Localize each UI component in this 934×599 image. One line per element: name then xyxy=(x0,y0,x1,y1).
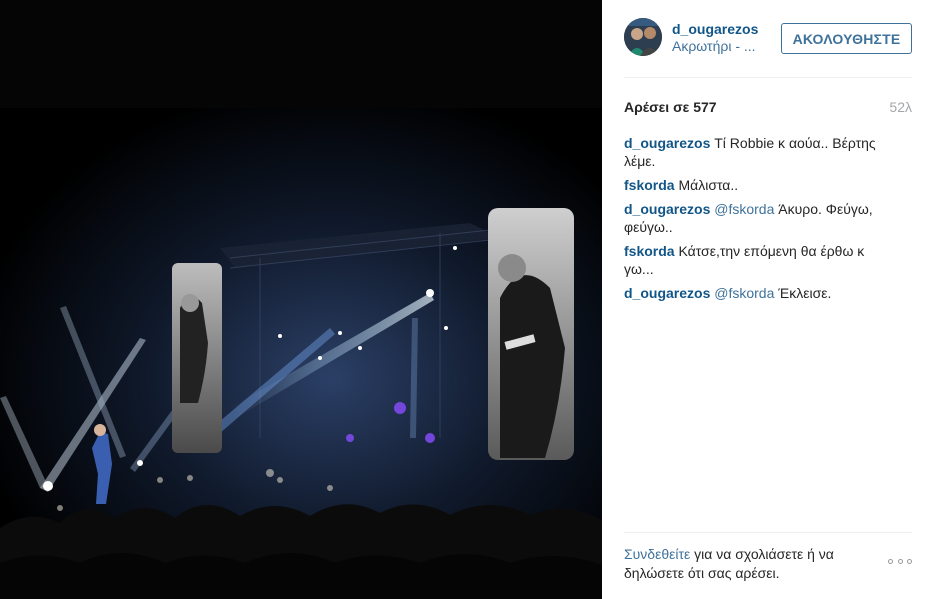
comment-item: d_ougarezos @fskorda Έκλεισε. xyxy=(624,284,896,302)
post-header: d_ougarezos Ακρωτήρι - ... ΑΚΟΛΟΥΘΗΣΤΕ xyxy=(602,0,934,78)
login-link[interactable]: Συνδεθείτε xyxy=(624,546,690,562)
comment-item: fskorda Μάλιστα.. xyxy=(624,176,896,194)
concert-photo xyxy=(0,108,602,599)
comment-text: Έκλεισε. xyxy=(778,285,832,301)
post-time[interactable]: 52λ xyxy=(889,99,912,115)
author-location[interactable]: Ακρωτήρι - ... xyxy=(672,38,756,54)
comment-mention[interactable]: @fskorda xyxy=(714,201,774,217)
avatar[interactable] xyxy=(624,18,662,56)
comment-author[interactable]: fskorda xyxy=(624,177,675,193)
header-divider xyxy=(624,77,912,78)
avatar-image xyxy=(624,18,662,56)
more-options-icon[interactable] xyxy=(888,556,912,566)
comment-item: d_ougarezos @fskorda Άκυρο. Φεύγω, φεύγω… xyxy=(624,200,896,236)
dot-icon xyxy=(897,558,903,564)
dot-icon xyxy=(907,558,912,564)
login-prompt: Συνδεθείτε για να σχολιάσετε ή να δηλώσε… xyxy=(624,545,864,583)
comment-item: fskorda Κάτσε,την επόμενη θα έρθω κ γω..… xyxy=(624,242,896,278)
comment-author[interactable]: d_ougarezos xyxy=(624,135,710,151)
author-username[interactable]: d_ougarezos xyxy=(672,21,758,37)
post-photo[interactable] xyxy=(0,0,602,599)
post-sidebar: d_ougarezos Ακρωτήρι - ... ΑΚΟΛΟΥΘΗΣΤΕ Α… xyxy=(602,0,934,599)
comment-author[interactable]: d_ougarezos xyxy=(624,201,710,217)
follow-button[interactable]: ΑΚΟΛΟΥΘΗΣΤΕ xyxy=(781,23,912,54)
comment-text: Μάλιστα.. xyxy=(678,177,739,193)
likes-count[interactable]: Αρέσει σε 577 xyxy=(624,99,717,115)
footer-divider xyxy=(624,532,912,533)
comment-mention[interactable]: @fskorda xyxy=(714,285,774,301)
comment-author[interactable]: fskorda xyxy=(624,243,675,259)
comment-list: d_ougarezos Τί Robbie κ αούα.. Βέρτης λέ… xyxy=(624,134,896,308)
instagram-post: d_ougarezos Ακρωτήρι - ... ΑΚΟΛΟΥΘΗΣΤΕ Α… xyxy=(0,0,934,599)
comment-item: d_ougarezos Τί Robbie κ αούα.. Βέρτης λέ… xyxy=(624,134,896,170)
likes-row: Αρέσει σε 577 52λ xyxy=(624,97,912,117)
comment-author[interactable]: d_ougarezos xyxy=(624,285,710,301)
dot-icon xyxy=(888,558,893,564)
photo-letterbox xyxy=(0,0,602,108)
